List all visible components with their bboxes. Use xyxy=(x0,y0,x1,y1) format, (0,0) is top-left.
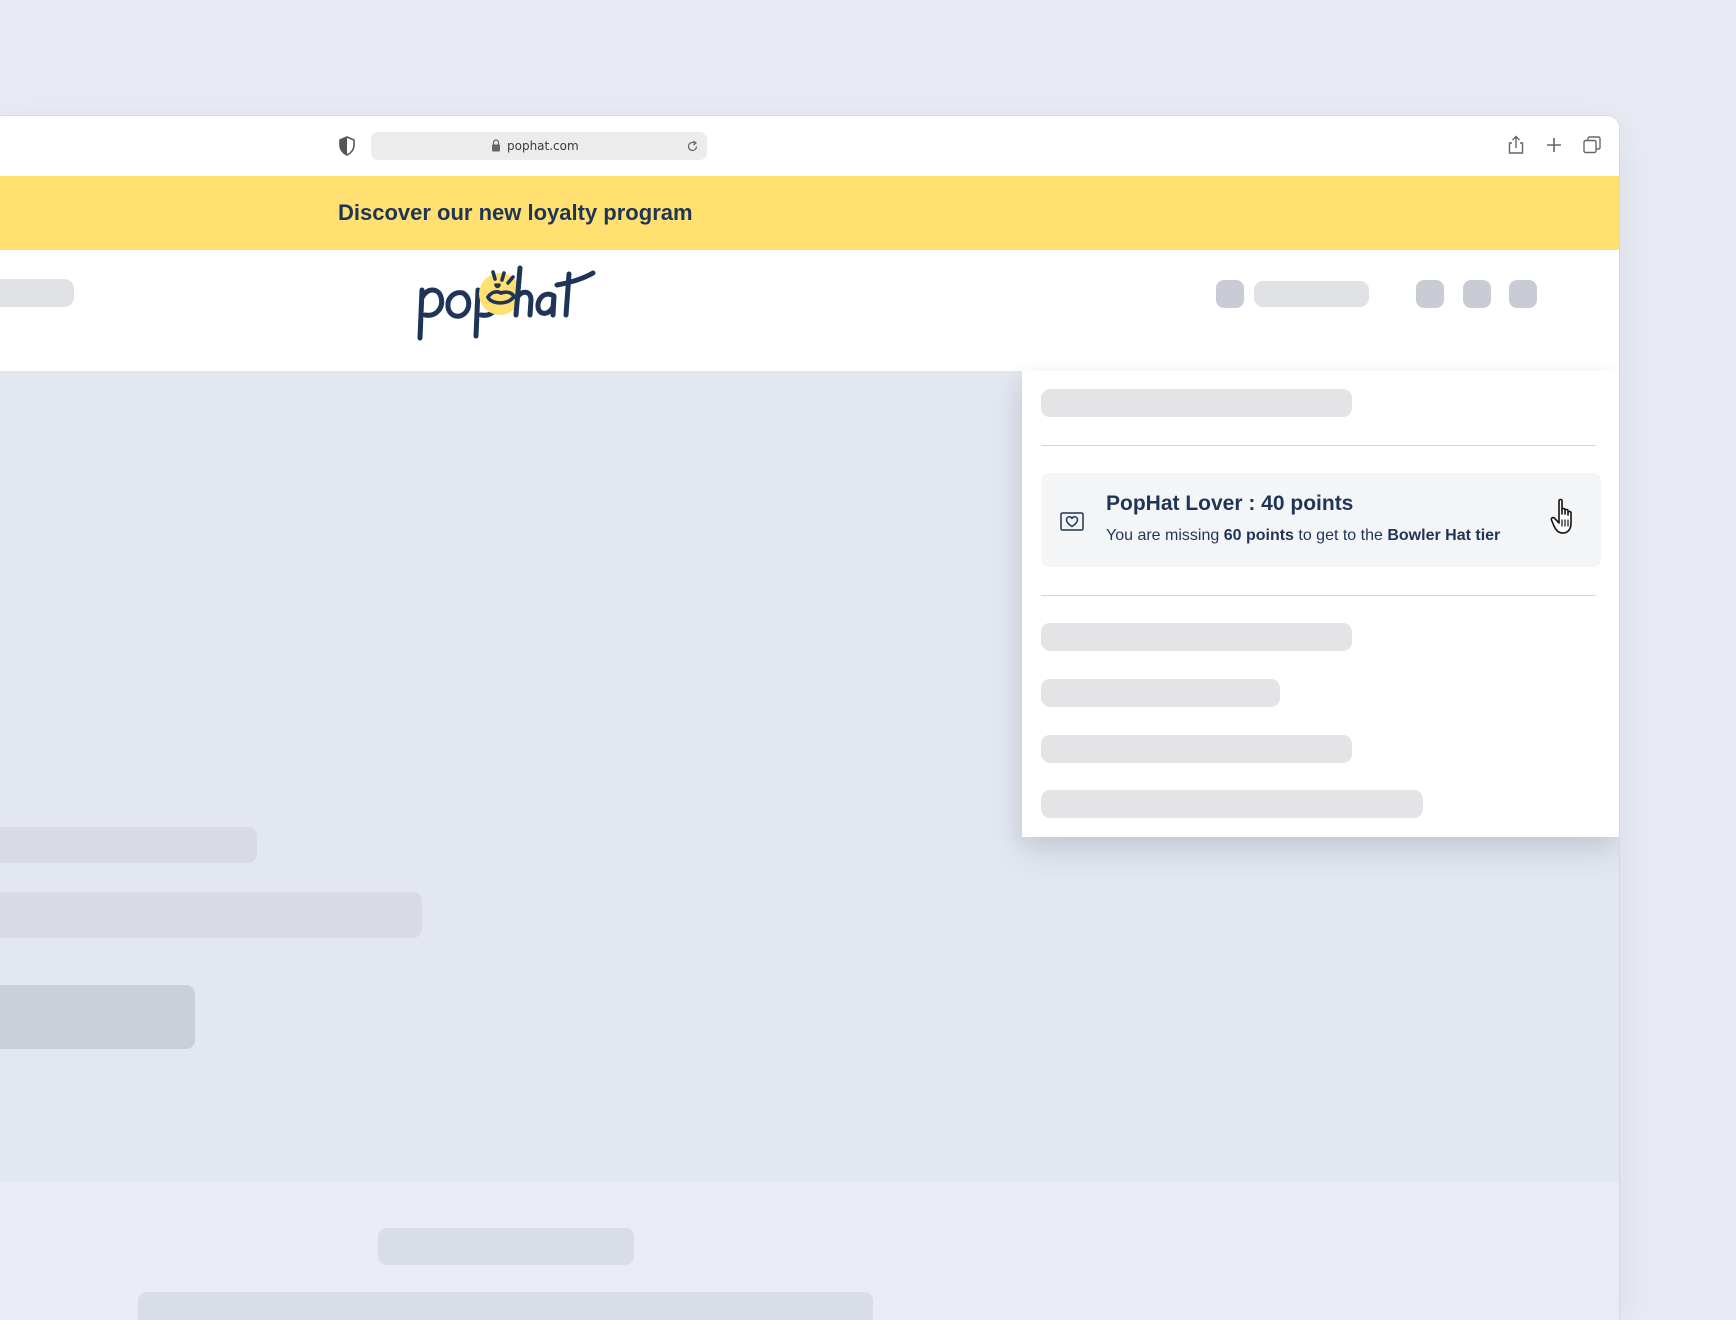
button-placeholder[interactable] xyxy=(0,985,195,1049)
footer-section xyxy=(0,1182,1619,1320)
subtitle-middle: to get to the xyxy=(1293,527,1388,544)
reload-icon[interactable] xyxy=(686,140,699,153)
account-link-placeholder[interactable] xyxy=(1254,281,1369,307)
text-placeholder xyxy=(0,892,422,938)
cart-icon[interactable] xyxy=(1509,280,1537,308)
loyalty-title: PopHat Lover : 40 points xyxy=(1106,492,1354,515)
tabs-icon[interactable] xyxy=(1582,135,1602,155)
loyalty-subtitle: You are missing 60 points to get to the … xyxy=(1106,527,1500,545)
account-dropdown: PopHat Lover : 40 points You are missing… xyxy=(1022,371,1619,837)
browser-toolbar: pophat.com xyxy=(0,116,1619,176)
divider xyxy=(1041,595,1596,596)
url-text: pophat.com xyxy=(507,139,579,153)
site-logo[interactable] xyxy=(416,260,596,344)
menu-item-placeholder[interactable] xyxy=(1041,389,1352,417)
lock-icon xyxy=(492,139,500,152)
nav-placeholder xyxy=(0,279,74,307)
heart-card-icon xyxy=(1060,512,1084,531)
hand-cursor-icon xyxy=(1550,498,1572,534)
subtitle-prefix: You are missing xyxy=(1106,527,1224,544)
search-icon[interactable] xyxy=(1416,280,1444,308)
region-icon[interactable] xyxy=(1216,280,1244,308)
target-tier: Bowler Hat tier xyxy=(1387,527,1501,544)
share-icon[interactable] xyxy=(1506,135,1526,155)
menu-item-placeholder[interactable] xyxy=(1041,735,1352,763)
menu-item-placeholder[interactable] xyxy=(1041,623,1352,651)
text-placeholder xyxy=(378,1228,634,1265)
text-placeholder xyxy=(138,1292,873,1320)
divider xyxy=(1041,445,1596,446)
promo-banner[interactable]: Discover our new loyalty program xyxy=(0,176,1619,250)
loyalty-points-card[interactable]: PopHat Lover : 40 points You are missing… xyxy=(1041,473,1601,567)
menu-item-placeholder[interactable] xyxy=(1041,790,1423,818)
shield-icon[interactable] xyxy=(338,136,356,156)
new-tab-icon[interactable] xyxy=(1544,135,1564,155)
missing-points: 60 points xyxy=(1223,527,1294,544)
address-bar[interactable]: pophat.com xyxy=(371,132,707,160)
site-header xyxy=(0,250,1619,371)
wishlist-icon[interactable] xyxy=(1463,280,1491,308)
text-placeholder xyxy=(0,827,257,863)
banner-text[interactable]: Discover our new loyalty program xyxy=(338,176,693,250)
browser-window: pophat.com Discover our new loyalty prog… xyxy=(0,116,1619,1320)
menu-item-placeholder[interactable] xyxy=(1041,679,1280,707)
